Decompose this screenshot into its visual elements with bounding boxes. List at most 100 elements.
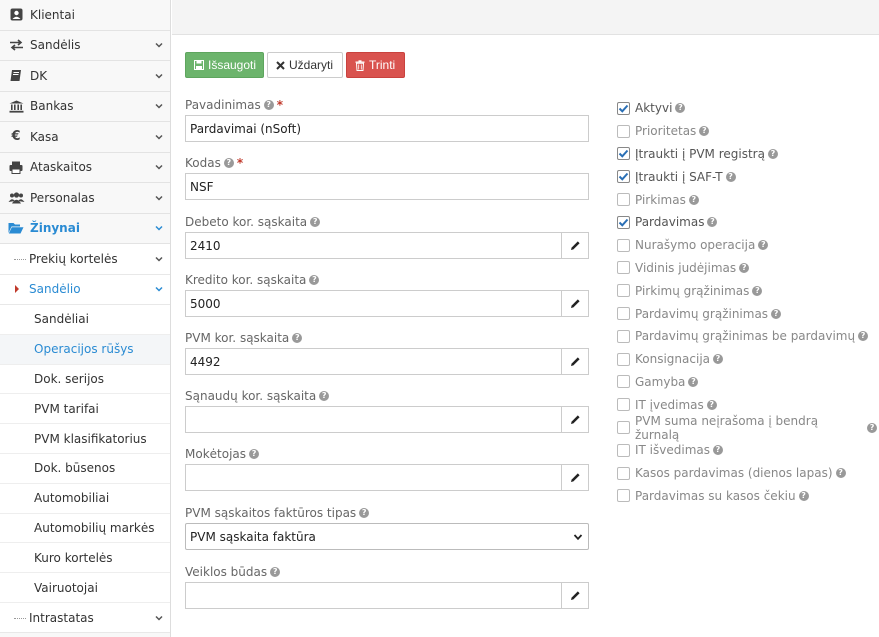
checkbox[interactable] xyxy=(617,170,630,184)
activity-input[interactable] xyxy=(186,583,561,608)
sidebar-leaf-kuro-korteles[interactable]: Kuro kortelės xyxy=(0,543,170,574)
delete-button[interactable]: Trinti xyxy=(346,52,405,78)
checkbox[interactable] xyxy=(617,352,630,366)
help-icon[interactable]: ? xyxy=(798,490,809,501)
help-icon[interactable]: ? xyxy=(263,100,274,110)
help-icon[interactable]: ? xyxy=(359,508,370,518)
sidebar-subitem-sandelio[interactable]: Sandėlio xyxy=(0,274,170,305)
checkbox[interactable] xyxy=(617,215,630,229)
pencil-icon[interactable] xyxy=(561,233,588,258)
sidebar-subitem-prekiu-korteles[interactable]: Prekių kortelės xyxy=(0,244,170,275)
flag-checkbox-row[interactable]: Nurašymo operacija? xyxy=(617,234,877,257)
help-icon[interactable]: ? xyxy=(699,126,710,137)
pencil-icon[interactable] xyxy=(561,407,588,432)
help-icon[interactable]: ? xyxy=(270,567,281,577)
checkbox[interactable] xyxy=(617,466,630,480)
sidebar-leaf-pvm-klasifikatorius[interactable]: PVM klasifikatorius xyxy=(0,424,170,454)
help-icon[interactable]: ? xyxy=(310,217,321,227)
sidebar-item-bankas[interactable]: Bankas xyxy=(0,91,170,122)
sidebar-leaf-vairuotojai[interactable]: Vairuotojai xyxy=(0,573,170,603)
checkbox[interactable] xyxy=(617,398,630,412)
name-input[interactable] xyxy=(186,116,588,141)
flag-checkbox-row[interactable]: Pardavimas su kasos čekiu? xyxy=(617,485,877,508)
flag-checkbox-row[interactable]: Kasos pardavimas (dienos lapas)? xyxy=(617,462,877,485)
sidebar-subitem-intrastatas[interactable]: Intrastatas xyxy=(0,602,170,634)
flag-checkbox-row[interactable]: IT išvedimas? xyxy=(617,439,877,462)
help-icon[interactable]: ? xyxy=(249,449,260,459)
help-icon[interactable]: ? xyxy=(713,445,723,456)
checkbox[interactable] xyxy=(617,238,630,252)
close-button[interactable]: Uždaryti xyxy=(267,52,343,78)
sidebar-item-sandelis[interactable]: Sandėlis xyxy=(0,30,170,61)
help-icon[interactable]: ? xyxy=(725,171,736,182)
help-icon[interactable]: ? xyxy=(706,399,717,410)
checkbox[interactable] xyxy=(617,284,630,298)
sidebar-leaf-automobiliu-markes[interactable]: Automobilių markės xyxy=(0,513,170,544)
flag-checkbox-row[interactable]: Pirkimas? xyxy=(617,188,877,211)
flag-checkbox-row[interactable]: Vidinis judėjimas? xyxy=(617,257,877,280)
help-icon[interactable]: ? xyxy=(713,354,723,365)
checkbox[interactable] xyxy=(617,124,630,138)
code-input[interactable] xyxy=(186,174,588,199)
flag-checkbox-row[interactable]: Pirkimų grąžinimas? xyxy=(617,279,877,302)
help-icon[interactable]: ? xyxy=(767,148,778,159)
help-icon[interactable]: ? xyxy=(858,331,869,342)
flag-checkbox-row[interactable]: Aktyvi? xyxy=(617,97,877,120)
sidebar-leaf-pvm-tarifai[interactable]: PVM tarifai xyxy=(0,394,170,425)
credit-account-input[interactable] xyxy=(186,291,561,316)
pencil-icon[interactable] xyxy=(561,349,588,374)
sidebar-item-klientai[interactable]: Klientai xyxy=(0,0,170,31)
help-icon[interactable]: ? xyxy=(835,468,846,479)
flag-checkbox-row[interactable]: Prioritetas? xyxy=(617,120,877,143)
help-icon[interactable]: ? xyxy=(309,275,320,285)
vat-account-input[interactable] xyxy=(186,349,561,374)
sidebar-item-personalas[interactable]: Personalas xyxy=(0,183,170,214)
sidebar-item-dk[interactable]: DK xyxy=(0,61,170,92)
help-icon[interactable]: ? xyxy=(319,391,330,401)
checkbox[interactable] xyxy=(617,261,630,275)
save-button[interactable]: Išsaugoti xyxy=(185,52,264,78)
help-icon[interactable]: ? xyxy=(688,376,699,387)
checkbox[interactable] xyxy=(617,101,630,115)
help-icon[interactable]: ? xyxy=(758,240,769,251)
sidebar-item-ataskaitos[interactable]: Ataskaitos xyxy=(0,152,170,183)
checkbox[interactable] xyxy=(617,421,630,435)
sidebar-leaf-automobiliai[interactable]: Automobiliai xyxy=(0,483,170,514)
flag-checkbox-row[interactable]: Pardavimų grąžinimas be pardavimų? xyxy=(617,325,877,348)
help-icon[interactable]: ? xyxy=(771,308,782,319)
sidebar-leaf-dok-serijos[interactable]: Dok. serijos xyxy=(0,364,170,395)
sidebar-leaf-sandeliai[interactable]: Sandėliai xyxy=(0,305,170,335)
checkbox[interactable] xyxy=(617,375,630,389)
help-icon[interactable]: ? xyxy=(688,194,699,205)
sidebar-leaf-operacijos-rusys[interactable]: Operacijos rūšys xyxy=(0,334,170,365)
help-icon[interactable]: ? xyxy=(223,158,234,168)
checkbox[interactable] xyxy=(617,443,630,457)
checkbox[interactable] xyxy=(617,307,630,321)
flag-checkbox-row[interactable]: Įtraukti į PVM registrą? xyxy=(617,143,877,166)
invoice-type-select[interactable]: PVM sąskaita faktūra xyxy=(185,523,589,550)
flag-checkbox-row[interactable]: Pardavimų grąžinimas? xyxy=(617,302,877,325)
flag-checkbox-row[interactable]: Gamyba? xyxy=(617,371,877,394)
sidebar-item-zinynai[interactable]: Žinynai xyxy=(0,213,170,244)
cost-account-input[interactable] xyxy=(186,407,561,432)
checkbox[interactable] xyxy=(617,147,630,161)
pencil-icon[interactable] xyxy=(561,465,588,490)
flag-checkbox-row[interactable]: PVM suma neįrašoma į bendrą žurnalą? xyxy=(617,414,877,442)
help-icon[interactable]: ? xyxy=(739,262,750,273)
checkbox[interactable] xyxy=(617,193,630,207)
help-icon[interactable]: ? xyxy=(867,422,877,433)
pencil-icon[interactable] xyxy=(561,291,588,316)
help-icon[interactable]: ? xyxy=(707,217,718,228)
help-icon[interactable]: ? xyxy=(675,103,686,114)
flag-checkbox-row[interactable]: Įtraukti į SAF-T? xyxy=(617,165,877,188)
payer-input[interactable] xyxy=(186,465,561,490)
flag-checkbox-row[interactable]: Pardavimas? xyxy=(617,211,877,234)
checkbox[interactable] xyxy=(617,329,630,343)
flag-checkbox-row[interactable]: Konsignacija? xyxy=(617,348,877,371)
checkbox[interactable] xyxy=(617,489,630,503)
pencil-icon[interactable] xyxy=(561,583,588,608)
debit-account-input[interactable] xyxy=(186,233,561,258)
help-icon[interactable]: ? xyxy=(752,285,763,296)
help-icon[interactable]: ? xyxy=(292,333,303,343)
sidebar-item-kasa[interactable]: € Kasa xyxy=(0,122,170,153)
